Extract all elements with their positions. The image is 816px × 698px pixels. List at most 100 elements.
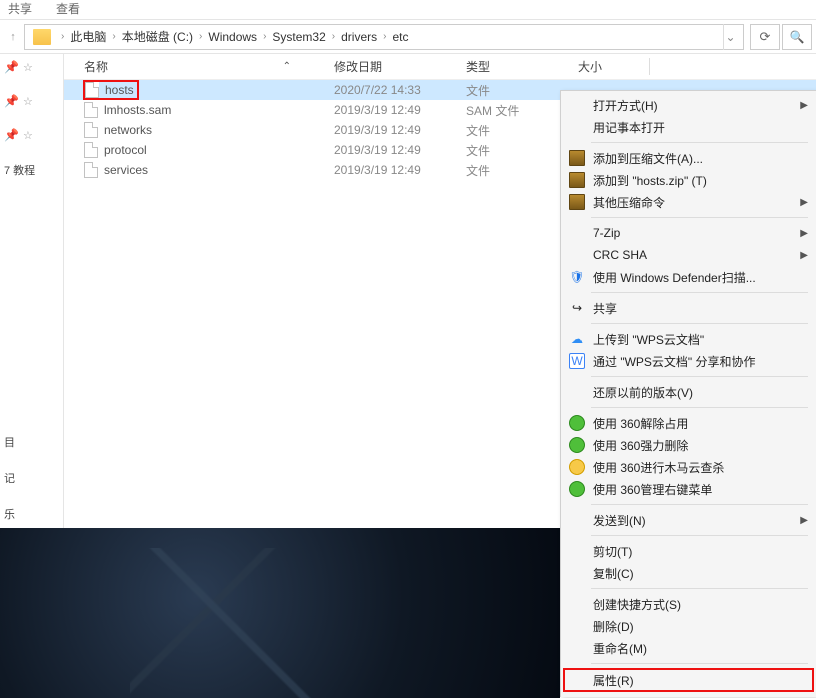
column-size[interactable]: 大小 (572, 58, 650, 75)
file-type-cell: 文件 (460, 162, 572, 179)
ctx-send-to[interactable]: 发送到(N)▶ (563, 509, 814, 531)
file-icon (84, 102, 98, 118)
folder-icon (33, 29, 51, 45)
archive-icon (569, 194, 585, 210)
pin-icon: 📌 (4, 128, 19, 142)
file-name-cell[interactable]: hosts (78, 81, 328, 99)
pin-icon: 📌 (4, 60, 19, 74)
chevron-right-icon: › (112, 31, 115, 42)
chevron-right-icon: ▶ (800, 100, 808, 111)
breadcrumb-dropdown[interactable]: ⌄ (723, 24, 737, 50)
file-date-cell: 2019/3/19 12:49 (328, 143, 460, 157)
file-type-cell: 文件 (460, 122, 572, 139)
ctx-rename[interactable]: 重命名(M) (563, 637, 814, 659)
shield-icon: 🛡 (569, 269, 585, 285)
chevron-right-icon: ▶ (800, 197, 808, 208)
ctx-360-manage-menu[interactable]: 使用 360管理右键菜单 (563, 478, 814, 500)
file-name-cell[interactable]: networks (78, 122, 328, 138)
ctx-360-force-delete[interactable]: 使用 360强力删除 (563, 434, 814, 456)
menu-separator (591, 142, 808, 143)
file-name-label: hosts (105, 83, 134, 97)
ctx-open-notepad[interactable]: 用记事本打开 (563, 116, 814, 138)
sidebar-pinned2[interactable]: 📌☆ (4, 128, 59, 142)
file-name-label: networks (104, 123, 152, 137)
file-name-cell[interactable]: lmhosts.sam (78, 102, 328, 118)
ctx-7zip[interactable]: 7-Zip▶ (563, 222, 814, 244)
ctx-delete[interactable]: 删除(D) (563, 615, 814, 637)
column-name[interactable]: 名称 ⌃ (78, 58, 328, 75)
crumb-c[interactable]: 本地磁盘 (C:) (122, 28, 193, 45)
ctx-restore-versions[interactable]: 还原以前的版本(V) (563, 381, 814, 403)
file-icon (84, 122, 98, 138)
archive-icon (569, 150, 585, 166)
file-type-cell: 文件 (460, 142, 572, 159)
sidebar-item-a[interactable]: 目 (4, 434, 59, 450)
chevron-right-icon: › (199, 31, 202, 42)
column-date[interactable]: 修改日期 (328, 58, 460, 75)
ctx-crc-sha[interactable]: CRC SHA▶ (563, 244, 814, 266)
ctx-add-archive[interactable]: 添加到压缩文件(A)... (563, 147, 814, 169)
file-date-cell: 2019/3/19 12:49 (328, 123, 460, 137)
share-icon: ↪ (569, 300, 585, 316)
ctx-360-unlock[interactable]: 使用 360解除占用 (563, 412, 814, 434)
crumb-system32[interactable]: System32 (272, 30, 325, 44)
column-headers[interactable]: 名称 ⌃ 修改日期 类型 大小 (64, 54, 816, 80)
ctx-wps-share[interactable]: W通过 "WPS云文档" 分享和协作 (563, 350, 814, 372)
context-menu: 打开方式(H)▶ 用记事本打开 添加到压缩文件(A)... 添加到 "hosts… (560, 90, 816, 697)
ctx-copy[interactable]: 复制(C) (563, 562, 814, 584)
sidebar-item-c[interactable]: 乐 (4, 506, 59, 522)
up-icon[interactable]: ↑ (4, 28, 22, 46)
desktop-background (0, 528, 560, 698)
star-icon: ☆ (23, 61, 33, 74)
tab-view[interactable]: 查看 (56, 0, 80, 17)
chevron-right-icon: ▶ (800, 250, 808, 261)
file-icon (84, 142, 98, 158)
ctx-defender-scan[interactable]: 🛡使用 Windows Defender扫描... (563, 266, 814, 288)
ctx-upload-wps[interactable]: ☁上传到 "WPS云文档" (563, 328, 814, 350)
crumb-drivers[interactable]: drivers (341, 30, 377, 44)
menu-separator (591, 588, 808, 589)
menu-separator (591, 217, 808, 218)
chevron-right-icon: ▶ (800, 228, 808, 239)
star-icon: ☆ (23, 95, 33, 108)
ctx-360-trojan-scan[interactable]: 使用 360进行木马云查杀 (563, 456, 814, 478)
ctx-share[interactable]: ↪共享 (563, 297, 814, 319)
ctx-create-shortcut[interactable]: 创建快捷方式(S) (563, 593, 814, 615)
address-bar-row: ↑ › 此电脑 › 本地磁盘 (C:) › Windows › System32… (0, 20, 816, 54)
sidebar-item-b[interactable]: 记 (4, 470, 59, 486)
file-name-label: services (104, 163, 148, 177)
ctx-other-zip[interactable]: 其他压缩命令▶ (563, 191, 814, 213)
pin-icon: 📌 (4, 94, 19, 108)
file-type-cell: 文件 (460, 82, 572, 99)
file-name-cell[interactable]: protocol (78, 142, 328, 158)
file-icon (84, 162, 98, 178)
360-icon (569, 415, 585, 431)
sidebar-quickaccess[interactable]: 📌☆ (4, 60, 59, 74)
column-type[interactable]: 类型 (460, 58, 572, 75)
ctx-add-hosts-zip[interactable]: 添加到 "hosts.zip" (T) (563, 169, 814, 191)
chevron-right-icon: › (383, 31, 386, 42)
search-input[interactable]: 🔍 (782, 24, 812, 50)
ctx-open-with[interactable]: 打开方式(H)▶ (563, 94, 814, 116)
360-icon (569, 481, 585, 497)
file-date-cell: 2019/3/19 12:49 (328, 163, 460, 177)
refresh-button[interactable]: ⟳ (750, 24, 780, 50)
chevron-right-icon: › (61, 31, 64, 42)
ctx-properties[interactable]: 属性(R) (563, 668, 814, 692)
breadcrumb[interactable]: › 此电脑 › 本地磁盘 (C:) › Windows › System32 ›… (24, 24, 744, 50)
crumb-windows[interactable]: Windows (208, 30, 257, 44)
tab-share[interactable]: 共享 (8, 0, 32, 17)
file-name-cell[interactable]: services (78, 162, 328, 178)
star-icon: ☆ (23, 129, 33, 142)
nav-sidebar: 📌☆ 📌☆ 📌☆ 7 教程 目 记 乐 (0, 54, 64, 528)
crumb-etc[interactable]: etc (392, 30, 408, 44)
archive-icon (569, 172, 585, 188)
wps-icon: W (569, 353, 585, 369)
menu-separator (591, 407, 808, 408)
sidebar-pinned[interactable]: 📌☆ (4, 94, 59, 108)
ctx-cut[interactable]: 剪切(T) (563, 540, 814, 562)
sidebar-tutorial[interactable]: 7 教程 (4, 162, 59, 178)
file-date-cell: 2020/7/22 14:33 (328, 83, 460, 97)
crumb-pc[interactable]: 此电脑 (70, 28, 106, 45)
chevron-right-icon: › (332, 31, 335, 42)
